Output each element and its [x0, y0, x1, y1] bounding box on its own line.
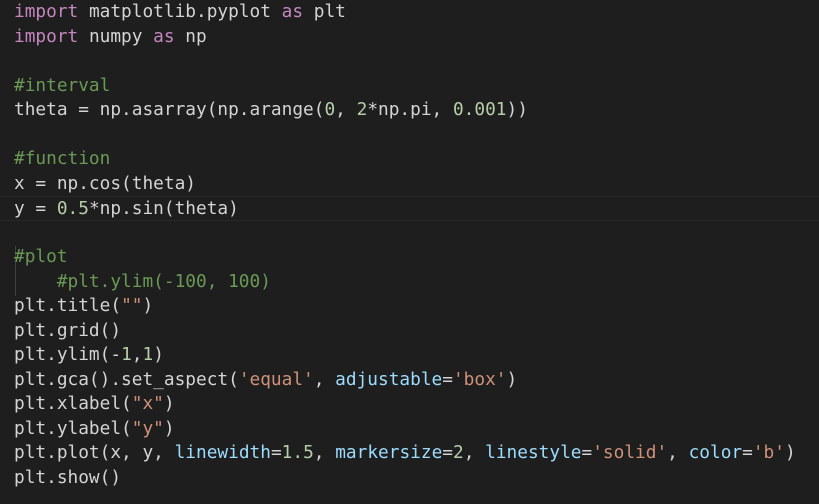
- code-token: y =: [14, 198, 57, 219]
- code-token: ,: [335, 99, 357, 120]
- code-token: ): [153, 344, 164, 365]
- code-line-7[interactable]: #function: [14, 147, 110, 172]
- code-token: 0.5: [56, 198, 89, 219]
- code-token: plt.grid(): [14, 319, 122, 341]
- code-token: 'b': [752, 442, 785, 463]
- code-token: matplotlib.pyplot: [78, 1, 282, 22]
- code-line-5[interactable]: theta = np.asarray(np.arange(0, 2*np.pi,…: [14, 98, 528, 123]
- code-token: 'solid': [592, 442, 668, 463]
- code-line-15[interactable]: plt.ylim(-1,1): [14, 343, 164, 368]
- code-token: markersize: [335, 442, 443, 463]
- code-editor[interactable]: import matplotlib.pyplot as plt import nu…: [0, 0, 819, 504]
- code-line-13[interactable]: plt.title(""): [14, 294, 153, 319]
- code-token: ): [784, 442, 796, 463]
- code-line-20[interactable]: plt.show(): [14, 466, 121, 491]
- code-token: )): [506, 99, 528, 120]
- code-token: import: [14, 1, 79, 22]
- code-token: 0: [324, 99, 336, 120]
- code-token: import: [14, 25, 79, 47]
- code-token: ,: [131, 344, 143, 365]
- code-token: color: [688, 442, 743, 463]
- code-token: plt.gca().set_aspect(: [14, 368, 239, 390]
- code-token: 1.5: [281, 442, 314, 463]
- code-token: 1: [121, 344, 132, 365]
- code-line-17[interactable]: plt.xlabel("x"): [14, 392, 175, 417]
- code-token: ,: [667, 442, 689, 463]
- code-token: x = np.cos(theta): [14, 172, 196, 194]
- code-token: #function: [14, 148, 111, 169]
- code-token: "y": [131, 417, 164, 439]
- code-token: #plt.ylim(-100, 100): [14, 270, 271, 292]
- code-token: 2: [453, 442, 464, 463]
- code-token: =: [442, 442, 453, 463]
- code-token: ,: [313, 442, 336, 463]
- code-line-19[interactable]: plt.plot(x, y, linewidth=1.5, markersize…: [14, 441, 796, 466]
- code-token: plt.title(: [14, 295, 122, 316]
- code-token: linewidth: [174, 442, 271, 463]
- code-token: *np.sin(theta): [88, 198, 239, 219]
- code-token: ): [142, 295, 154, 316]
- code-line-8[interactable]: x = np.cos(theta): [14, 172, 196, 197]
- code-token: plt.ylabel(: [14, 417, 132, 439]
- code-line-12[interactable]: #plt.ylim(-100, 100): [14, 270, 271, 295]
- code-token: ): [506, 368, 518, 390]
- code-token: ): [163, 393, 175, 414]
- code-token: ,: [463, 442, 486, 463]
- code-token: plt.xlabel(: [14, 393, 132, 414]
- code-token: 'equal': [238, 368, 314, 390]
- code-line-14[interactable]: plt.grid(): [14, 319, 121, 344]
- code-line-4[interactable]: #interval: [14, 74, 110, 99]
- code-token: theta = np.asarray(np.arange(: [14, 99, 325, 120]
- code-line-18[interactable]: plt.ylabel("y"): [14, 417, 175, 442]
- code-line-2[interactable]: import numpy as np: [14, 25, 207, 50]
- code-token: #plot: [14, 246, 68, 267]
- code-token: np: [174, 25, 207, 47]
- code-token: ): [163, 417, 175, 439]
- code-token: 0.001: [452, 99, 507, 120]
- code-token: =: [442, 368, 453, 390]
- code-line-1[interactable]: import matplotlib.pyplot as plt: [14, 0, 346, 25]
- code-token: "": [121, 295, 143, 316]
- code-token: "x": [131, 393, 164, 414]
- code-token: ,: [313, 368, 336, 390]
- code-token: 1: [142, 344, 154, 365]
- code-token: adjustable: [335, 368, 443, 390]
- code-token: as: [153, 25, 175, 47]
- code-line-16[interactable]: plt.gca().set_aspect('equal', adjustable…: [14, 368, 517, 393]
- code-line-9[interactable]: y = 0.5*np.sin(theta): [0, 196, 819, 221]
- code-token: numpy: [78, 25, 154, 47]
- code-token: plt: [303, 1, 346, 22]
- code-token: linestyle: [485, 442, 582, 463]
- code-line-11[interactable]: #plot: [14, 245, 68, 270]
- code-token: plt.ylim(-: [14, 344, 122, 365]
- code-token: =: [581, 442, 593, 463]
- code-token: plt.plot(x, y,: [14, 442, 175, 463]
- code-token: 'box': [452, 368, 507, 390]
- code-token: *np.pi,: [367, 99, 453, 120]
- code-token: 2: [356, 99, 368, 120]
- code-token: plt.show(): [14, 466, 122, 488]
- code-token: =: [742, 442, 753, 463]
- code-token: =: [270, 442, 282, 463]
- code-token: as: [281, 1, 304, 22]
- code-token: #interval: [14, 74, 111, 96]
